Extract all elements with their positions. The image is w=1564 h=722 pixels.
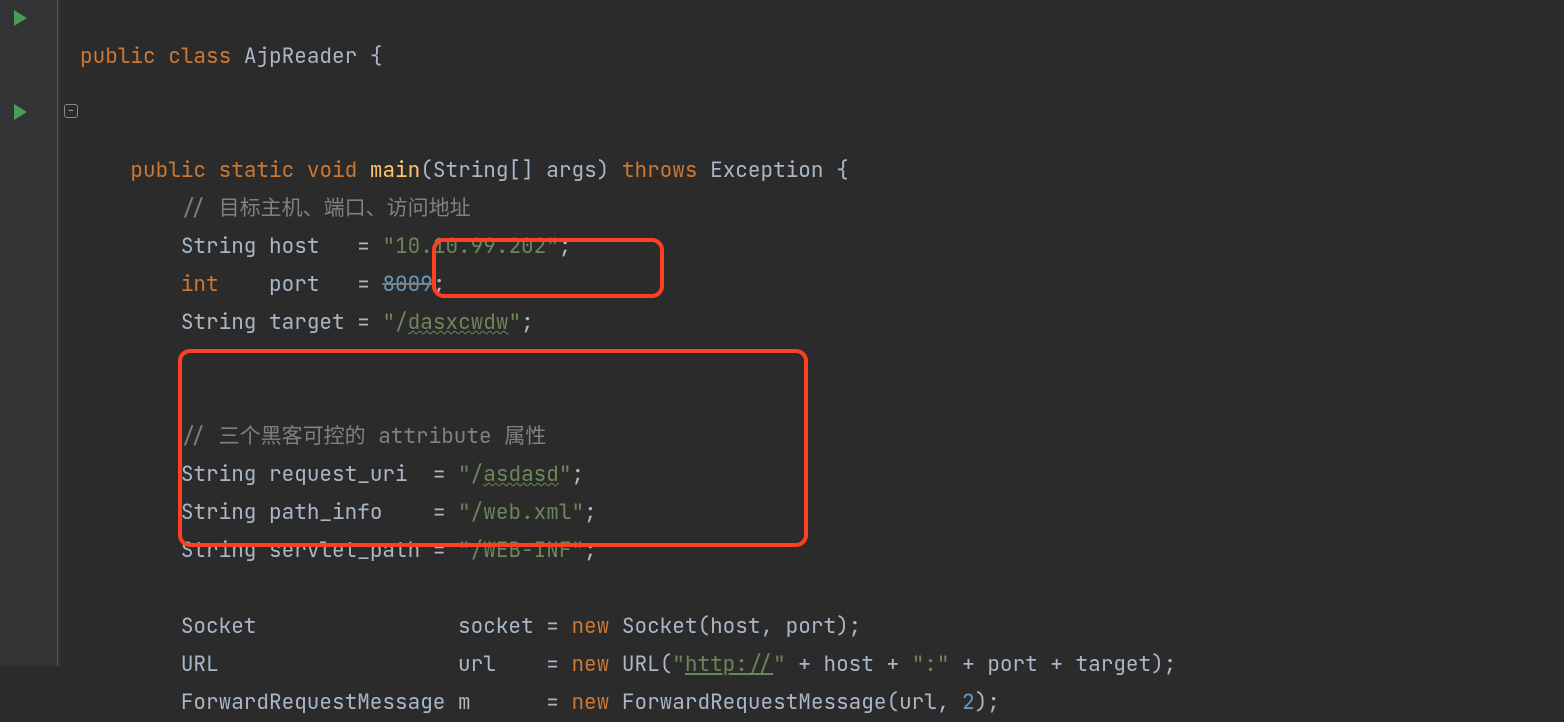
var-m: m	[458, 689, 534, 716]
type-socket: Socket	[181, 613, 446, 640]
target-value: dasxcwdw	[408, 309, 509, 336]
fold-guide-line	[57, 0, 58, 666]
keyword-new: new	[571, 613, 609, 640]
port-value: 8009	[382, 271, 432, 298]
type-url: URL	[181, 651, 446, 678]
var-port: port	[269, 271, 345, 298]
type-string: String	[181, 233, 257, 260]
var-socket: socket	[458, 613, 534, 640]
exception-decl: Exception {	[710, 157, 849, 184]
params: (String[] args)	[420, 157, 609, 184]
path-info-value: /web.xml	[471, 499, 572, 526]
var-host: host	[269, 233, 345, 260]
var-request-uri: request_uri	[269, 461, 420, 488]
keyword-public: public	[130, 157, 206, 184]
comment-attributes: // 三个黑客可控的 attribute 属性	[181, 423, 546, 450]
code-editor-content[interactable]: public class AjpReader { public static v…	[80, 0, 1176, 722]
keyword-static: static	[219, 157, 295, 184]
keyword-new: new	[571, 689, 609, 716]
type-string: String	[181, 537, 257, 564]
type-string: String	[181, 309, 257, 336]
var-url: url	[458, 651, 534, 678]
class-name: AjpReader	[244, 43, 357, 70]
type-int: int	[181, 271, 257, 298]
keyword-throws: throws	[622, 157, 698, 184]
method-main: main	[370, 157, 420, 184]
type-string: String	[181, 499, 257, 526]
keyword-void: void	[307, 157, 357, 184]
request-uri-value: asdasd	[483, 461, 559, 488]
type-fwd-msg: ForwardRequestMessage	[181, 689, 446, 716]
type-string: String	[181, 461, 257, 488]
var-target: target	[269, 309, 345, 336]
host-value: 10.10.99.202	[395, 233, 546, 260]
keyword-public: public	[80, 43, 156, 70]
servlet-path-value: /WEB-INF	[471, 537, 572, 564]
run-gutter-icon[interactable]	[14, 104, 27, 120]
var-servlet-path: servlet_path	[269, 537, 420, 564]
brace-open: {	[370, 43, 383, 70]
keyword-class: class	[168, 43, 231, 70]
fold-toggle-icon[interactable]	[64, 104, 78, 118]
var-path-info: path_info	[269, 499, 420, 526]
keyword-new: new	[571, 651, 609, 678]
editor-gutter	[0, 0, 60, 666]
comment-target: // 目标主机、端口、访问地址	[181, 195, 471, 222]
run-gutter-icon[interactable]	[14, 10, 27, 26]
url-proto: http://	[685, 651, 773, 678]
